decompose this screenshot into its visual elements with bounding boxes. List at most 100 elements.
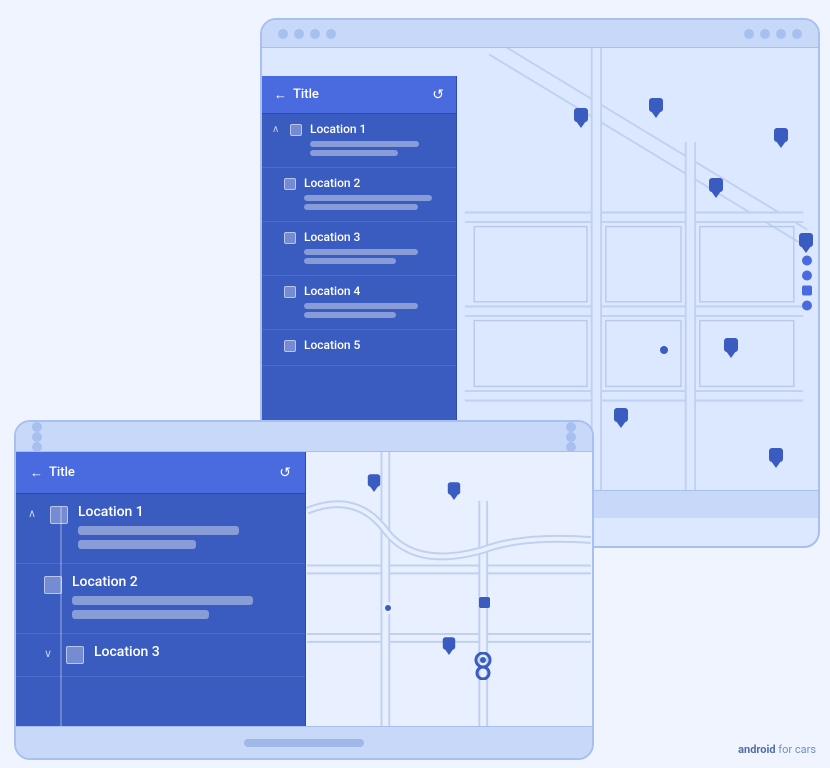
front-back-button[interactable]: ← Title (30, 465, 75, 481)
front-panel-header: ← Title ↺ (16, 452, 305, 494)
loc-5-name: Location 5 (304, 338, 446, 352)
loc-4-checkbox[interactable] (284, 286, 296, 298)
back-panel-header: ← Title ↺ (262, 76, 456, 114)
front-bottom-bar (16, 726, 592, 758)
back-arrow-icon: ← (274, 87, 287, 103)
loc-4-bar-2 (304, 312, 396, 318)
front-dot-3 (32, 442, 42, 452)
loc-2-checkbox[interactable] (284, 178, 296, 190)
front-back-arrow-icon: ← (30, 465, 43, 481)
loc-2-name: Location 2 (304, 176, 446, 190)
status-dot-4 (326, 29, 336, 39)
loc-5-info: Location 5 (304, 338, 446, 357)
status-dot-8 (792, 29, 802, 39)
front-double-circle (472, 652, 494, 684)
front-chevron-up-icon: ∧ (28, 507, 40, 520)
status-dot-3 (310, 29, 320, 39)
watermark-bold: android (738, 743, 775, 756)
map-pin-2 (647, 98, 665, 124)
loc-2-bar-1 (304, 195, 432, 201)
front-loc-3-checkbox[interactable] (66, 646, 84, 664)
front-dot-1 (32, 422, 42, 432)
map-pin-7 (612, 408, 630, 434)
control-3[interactable] (802, 286, 812, 296)
front-status-bar (16, 422, 592, 452)
map-pin-4 (772, 128, 790, 154)
front-location-item-1[interactable]: ∧ Location 1 (16, 494, 305, 564)
front-loc-2-bar-1 (72, 596, 253, 605)
front-refresh-button[interactable]: ↺ (279, 465, 291, 481)
loc-3-bar-1 (304, 249, 418, 255)
control-1[interactable] (802, 256, 812, 266)
front-sidebar: ← Title ↺ ∧ Location 1 (16, 452, 306, 726)
front-loc-3-name: Location 3 (94, 644, 293, 660)
status-dot-1 (278, 29, 288, 39)
watermark: android for cars (738, 743, 816, 756)
front-dot-2 (32, 432, 42, 442)
loc-3-info: Location 3 (304, 230, 446, 267)
back-location-item-2[interactable]: Location 2 (262, 168, 456, 222)
front-status-dots-left (32, 422, 42, 452)
front-device: ← Title ↺ ∧ Location 1 (14, 420, 594, 760)
front-dot-5 (566, 432, 576, 442)
loc-5-checkbox[interactable] (284, 340, 296, 352)
status-dot-2 (294, 29, 304, 39)
back-status-bar (262, 20, 818, 48)
front-expand-line (60, 507, 62, 726)
loc-1-info: Location 1 (310, 122, 446, 159)
front-loc-1-name: Location 1 (78, 504, 293, 520)
control-4[interactable] (802, 301, 812, 311)
front-loc-1-info: Location 1 (78, 504, 293, 553)
back-location-item-4[interactable]: Location 4 (262, 276, 456, 330)
loc-3-bar-2 (304, 258, 396, 264)
front-loc-1-bar-2 (78, 540, 196, 549)
front-loc-2-name: Location 2 (72, 574, 293, 590)
back-location-item-3[interactable]: Location 3 (262, 222, 456, 276)
right-controls[interactable] (802, 256, 812, 311)
front-square-marker (479, 597, 490, 608)
loc-1-bar-2 (310, 150, 398, 156)
back-location-item-5[interactable]: Location 5 (262, 330, 456, 366)
loc-4-info: Location 4 (304, 284, 446, 321)
map-pin-1 (572, 108, 590, 134)
front-status-dots-right (566, 422, 576, 452)
control-2[interactable] (802, 271, 812, 281)
front-loc-1-bar-1 (78, 526, 239, 535)
watermark-regular: for cars (776, 743, 816, 756)
status-dots-left (278, 29, 336, 39)
loc-1-bar-1 (310, 141, 419, 147)
front-loc-3-info: Location 3 (94, 644, 293, 666)
front-loc-2-info: Location 2 (72, 574, 293, 623)
loc-2-info: Location 2 (304, 176, 446, 213)
refresh-button[interactable]: ↺ (432, 87, 444, 103)
loc-2-bar-2 (304, 204, 418, 210)
back-button[interactable]: ← Title (274, 87, 319, 103)
front-map-area (306, 452, 592, 726)
front-title: Title (49, 465, 75, 480)
front-loc-2-bar-2 (72, 610, 209, 619)
front-loc-1-checkbox[interactable] (50, 506, 68, 524)
loc-1-checkbox[interactable] (290, 124, 302, 136)
front-dot-6 (566, 442, 576, 452)
front-circle-dot (382, 602, 394, 614)
loc-3-name: Location 3 (304, 230, 446, 244)
front-map-pin-2 (446, 482, 462, 506)
front-map-pin-1 (366, 474, 382, 498)
status-dot-6 (760, 29, 770, 39)
back-location-item-1[interactable]: ∧ Location 1 (262, 114, 456, 168)
back-title: Title (293, 87, 319, 102)
status-dots-right (744, 29, 802, 39)
chevron-up-icon: ∧ (272, 124, 282, 135)
map-pin-6 (722, 338, 740, 364)
loc-1-name: Location 1 (310, 122, 446, 136)
front-map-pin-3 (441, 637, 457, 661)
loc-4-name: Location 4 (304, 284, 446, 298)
map-pin-9 (767, 448, 785, 474)
loc-3-checkbox[interactable] (284, 232, 296, 244)
front-home-pill (244, 739, 364, 747)
front-content-area: ← Title ↺ ∧ Location 1 (16, 452, 592, 726)
loc-4-bar-1 (304, 303, 418, 309)
front-location-list: ∧ Location 1 Location 2 (16, 494, 305, 726)
map-pin-3 (707, 178, 725, 204)
status-dot-7 (776, 29, 786, 39)
